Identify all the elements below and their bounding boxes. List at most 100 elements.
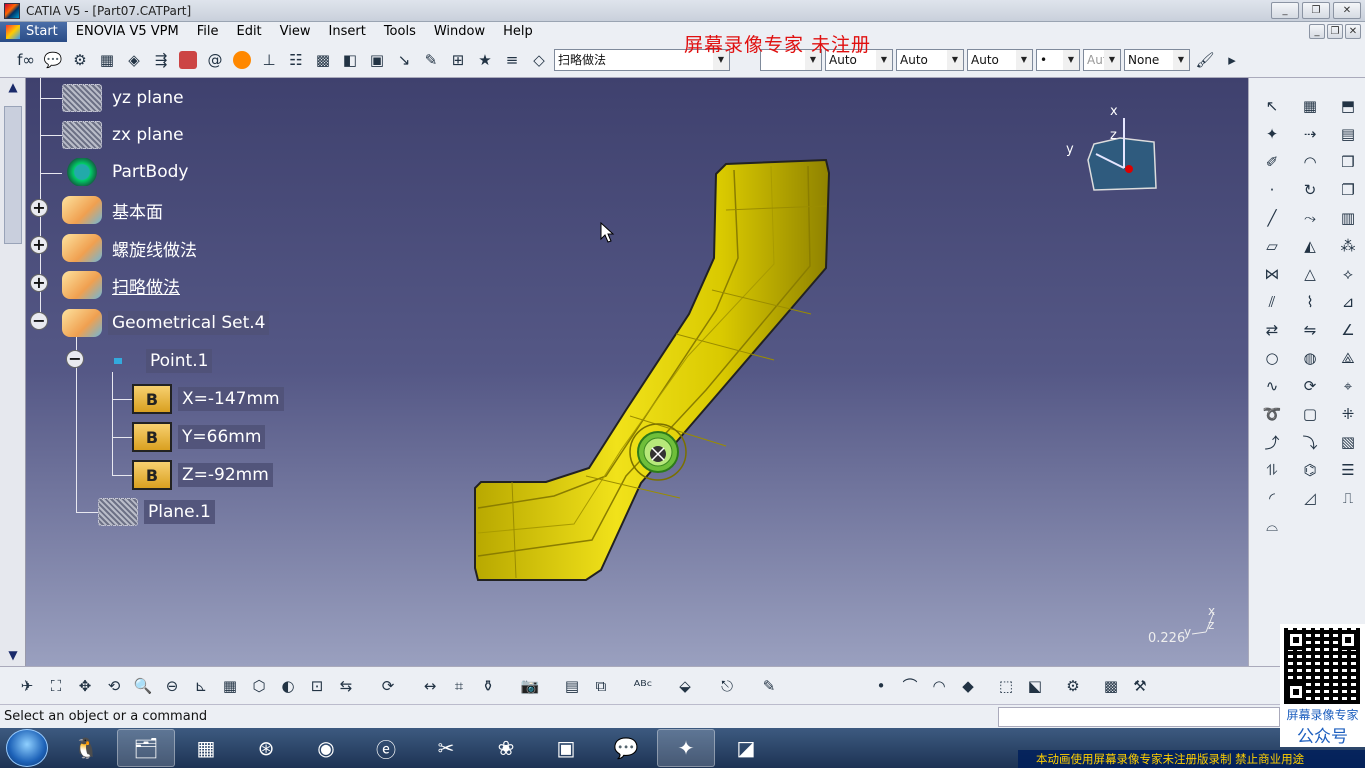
rotate-view-icon[interactable]: ⟲ (101, 672, 127, 700)
update-icon[interactable]: ★ (473, 47, 497, 73)
tree-node-yz-plane[interactable]: yz plane (62, 83, 188, 113)
swirl-icon[interactable]: @ (203, 47, 227, 73)
menu-insert[interactable]: Insert (320, 22, 375, 42)
expand-plus-icon[interactable]: + (30, 236, 48, 254)
scroll-up-icon[interactable]: ▲ (3, 80, 23, 96)
command-input[interactable] (998, 707, 1280, 727)
parallel-curve-icon[interactable]: ⥮ (1257, 458, 1287, 482)
tree-scrollbar[interactable]: ▲ ▼ (0, 78, 26, 666)
scroll-down-icon[interactable]: ▼ (3, 648, 23, 664)
symmetry-icon[interactable]: ⌖ (1333, 374, 1363, 398)
compass-icon[interactable] (1066, 108, 1176, 198)
catalog-icon[interactable] (176, 47, 200, 73)
fly-mode-icon[interactable]: ✈ (14, 672, 40, 700)
tree-node-point-1[interactable]: Point.1 (106, 346, 213, 376)
doc-restore-button[interactable]: ❐ (1327, 24, 1343, 39)
plane-tool-icon[interactable]: ▱ (1257, 234, 1287, 258)
paint-brush-icon[interactable]: 🖌 (1193, 47, 1217, 73)
hide-show-icon[interactable]: ⊡ (304, 672, 330, 700)
qq-icon[interactable]: 🐧 (57, 729, 115, 767)
tree-node-geoset-4[interactable]: Geometrical Set.4 (62, 308, 270, 338)
fill-icon[interactable]: ◭ (1295, 234, 1325, 258)
point-symbol-combo[interactable]: • ▼ (1036, 48, 1080, 71)
collapse-minus-icon[interactable]: − (66, 350, 84, 368)
paste-gray-icon[interactable]: ❐ (1333, 178, 1363, 202)
measure-gray-icon[interactable]: ⊿ (1333, 290, 1363, 314)
tree-expand-icon[interactable]: ☷ (284, 47, 308, 73)
comment-icon[interactable]: 💬 (41, 47, 65, 73)
scan-icon[interactable]: ▧ (1333, 430, 1363, 454)
hierarchy-icon[interactable]: ⊞ (446, 47, 470, 73)
volume-icon[interactable]: ⬚ (993, 672, 1019, 700)
doc-minimize-button[interactable]: _ (1309, 24, 1325, 39)
menu-view[interactable]: View (271, 22, 320, 42)
square-icon[interactable]: ▢ (1295, 402, 1325, 426)
surface-icon[interactable]: ◆ (955, 672, 981, 700)
normal-view-icon[interactable]: ⊾ (188, 672, 214, 700)
translate-icon[interactable]: ⇋ (1295, 318, 1325, 342)
tree-node-geoset-1[interactable]: 基本面 (62, 195, 167, 225)
table-icon[interactable]: ▤ (559, 672, 585, 700)
3d-compass-icon[interactable]: ⎋ (714, 672, 740, 700)
line-icon[interactable]: ╱ (1257, 206, 1287, 230)
3ds-icon[interactable]: ⊛ (237, 729, 295, 767)
measure-item-icon[interactable]: ⌗ (446, 672, 472, 700)
cloud-icon[interactable]: ❀ (477, 729, 535, 767)
tree-node-param-y[interactable]: B Y=66mm (132, 422, 266, 452)
small-point-icon[interactable]: • (868, 672, 894, 700)
tool-icon[interactable]: ✂ (417, 729, 475, 767)
extrude-icon[interactable]: ◠ (1295, 150, 1325, 174)
screen-recorder-icon[interactable]: ◪ (717, 729, 775, 767)
tree-node-partbody[interactable]: PartBody (62, 157, 192, 187)
layer-combo[interactable]: None ▼ (1124, 48, 1190, 71)
calculator-icon[interactable]: ▦ (177, 729, 235, 767)
menu-file[interactable]: File (188, 22, 228, 42)
catia-taskbar-icon[interactable]: ✦ (657, 729, 715, 767)
pointer-red-icon[interactable]: ↘ (392, 47, 416, 73)
pattern-icon[interactable]: ⁜ (1333, 402, 1363, 426)
gray-tool-icon[interactable]: ⟡ (1333, 262, 1363, 286)
layers-icon[interactable]: ☰ (1333, 458, 1363, 482)
formula-icon[interactable]: f∞ (14, 47, 38, 73)
menu-help[interactable]: Help (494, 22, 542, 42)
tree-node-param-x[interactable]: B X=-147mm (132, 384, 284, 414)
analysis-icon[interactable]: ⇶ (149, 47, 173, 73)
axis-icon[interactable]: ⊥ (257, 47, 281, 73)
menu-edit[interactable]: Edit (227, 22, 270, 42)
select-arrow-icon[interactable]: ↖ (1257, 94, 1287, 118)
volume-alt-icon[interactable]: ⬕ (1022, 672, 1048, 700)
fillet-icon[interactable]: ◜ (1257, 486, 1287, 510)
trim-icon[interactable]: ⌇ (1295, 290, 1325, 314)
open-box-icon[interactable]: ⬒ (1333, 94, 1363, 118)
analysis-tool-icon[interactable]: ⟁ (1333, 346, 1363, 370)
line-type-combo[interactable]: Auto ▼ (967, 48, 1033, 71)
knowledge-icon[interactable]: ⚙ (68, 47, 92, 73)
fit-all-icon[interactable]: ⛶ (43, 672, 69, 700)
camera-icon[interactable]: 📷 (517, 672, 543, 700)
point-tool-icon[interactable]: ✦ (1257, 122, 1287, 146)
expand-plus-icon[interactable]: + (30, 274, 48, 292)
transform-icon[interactable]: ⇄ (1257, 318, 1287, 342)
split-icon[interactable]: ⫽ (1257, 290, 1287, 314)
box-icon[interactable]: ▣ (365, 47, 389, 73)
pan-icon[interactable]: ✥ (72, 672, 98, 700)
menu-tools[interactable]: Tools (375, 22, 425, 42)
layer-icon[interactable]: ◇ (527, 47, 551, 73)
spline-icon[interactable]: ∿ (1257, 374, 1287, 398)
tree-node-geoset-2[interactable]: 螺旋线做法 (62, 233, 201, 263)
list-icon[interactable]: ≡ (500, 47, 524, 73)
sketch-icon[interactable]: ✎ (419, 47, 443, 73)
menu-start[interactable]: Start (0, 22, 67, 42)
measure-between-icon[interactable]: ↔ (417, 672, 443, 700)
sweep-blue-icon[interactable]: ⌓ (1257, 514, 1287, 538)
curve-gray-icon[interactable]: ∠ (1333, 318, 1363, 342)
text-annotation-icon[interactable]: ᴬᴮᶜ (630, 672, 656, 700)
sketch-tool-icon[interactable]: ✐ (1257, 150, 1287, 174)
draft-icon[interactable]: ⎍ (1333, 486, 1363, 510)
zoom-in-icon[interactable]: 🔍 (130, 672, 156, 700)
menu-window[interactable]: Window (425, 22, 494, 42)
tree-node-zx-plane[interactable]: zx plane (62, 120, 188, 150)
hatch-icon[interactable]: ▩ (1098, 672, 1124, 700)
chamfer-icon[interactable]: ◿ (1295, 486, 1325, 510)
curve-icon[interactable]: ⌒ (897, 672, 923, 700)
